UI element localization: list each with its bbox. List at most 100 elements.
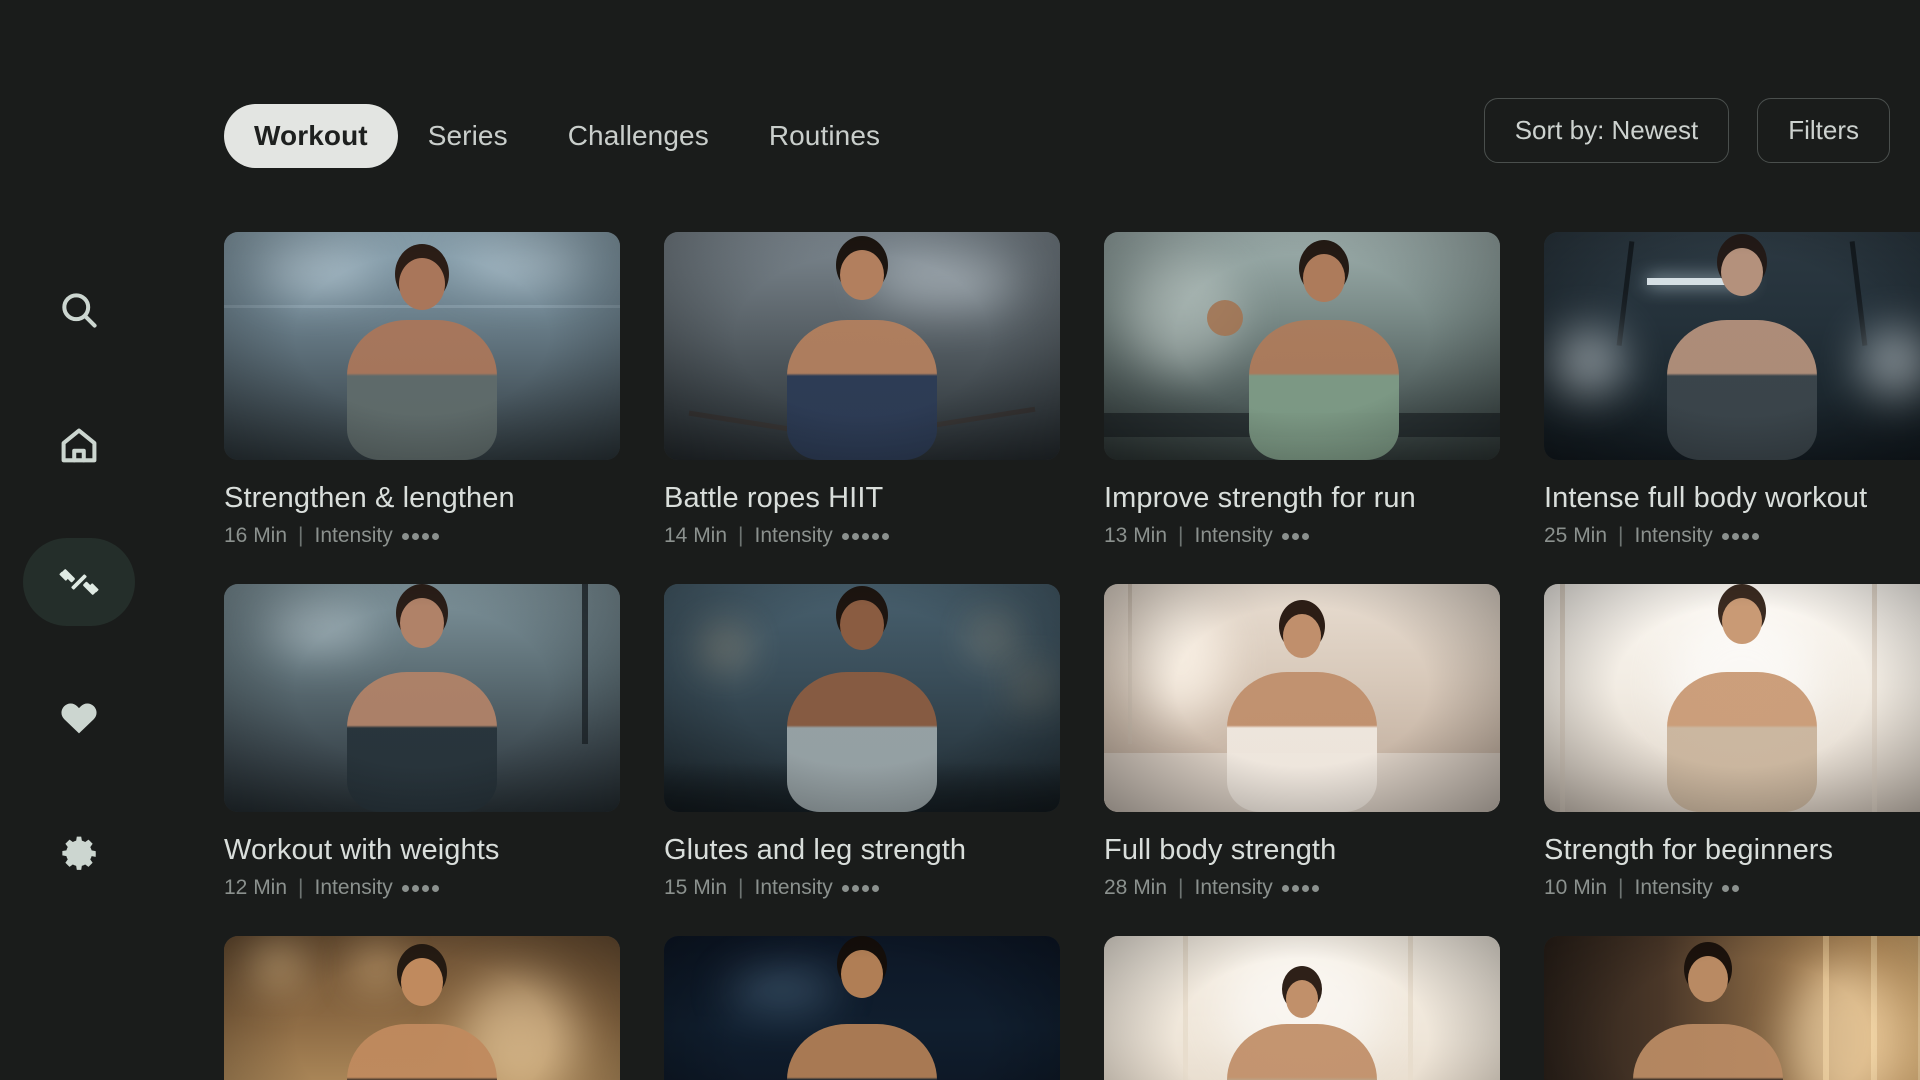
card-intensity-label: Intensity [1634, 876, 1713, 899]
card-meta-separator: | [298, 524, 304, 547]
card-meta: 16 Min | Intensity [224, 524, 620, 548]
card-meta-separator: | [1618, 876, 1624, 899]
card-image[interactable] [1104, 936, 1500, 1080]
card-intensity-dots [1281, 532, 1309, 540]
workout-card[interactable]: Improve strength for run 13 Min | Intensity [1104, 232, 1500, 548]
card-title: Battle ropes HIIT [664, 482, 884, 514]
sort-by-button[interactable]: Sort by: Newest [1483, 98, 1730, 163]
card-thumbnail-image [664, 232, 1060, 460]
card-intensity-dots [841, 884, 879, 892]
workout-card[interactable]: Glutes and leg strength 15 Min | Intensity [664, 584, 1060, 900]
card-intensity-label: Intensity [314, 524, 393, 547]
card-title: Workout with weights [224, 834, 500, 866]
card-duration: 12 Min [224, 876, 288, 899]
card-image[interactable] [664, 936, 1060, 1080]
card-meta-separator: | [738, 524, 744, 547]
card-intensity-label: Intensity [314, 876, 393, 899]
card-intensity-dots [1281, 884, 1319, 892]
card-duration: 28 Min [1104, 876, 1168, 899]
card-title: Full body strength [1104, 834, 1337, 866]
card-image[interactable] [1104, 232, 1500, 460]
workout-card-grid: Strengthen & lengthen 16 Min | Intensity Bat… [224, 232, 1920, 1080]
card-image[interactable] [664, 232, 1060, 460]
card-intensity-dots [841, 532, 889, 540]
card-image[interactable] [1544, 232, 1920, 460]
sidebar-item-home[interactable] [23, 402, 135, 490]
tab-challenges[interactable]: Challenges [538, 104, 739, 168]
card-thumbnail-image [664, 936, 1060, 1080]
content-header: Workout Series Challenges Routines Sort … [158, 0, 1920, 200]
workout-card[interactable] [664, 936, 1060, 1080]
card-image[interactable] [224, 936, 620, 1080]
card-meta-separator: | [298, 876, 304, 899]
card-thumbnail-image [1544, 936, 1920, 1080]
card-image[interactable] [224, 232, 620, 460]
card-duration: 13 Min [1104, 524, 1168, 547]
card-image[interactable] [664, 584, 1060, 812]
card-thumbnail-image [1104, 232, 1500, 460]
workout-card[interactable] [1544, 936, 1920, 1080]
card-thumbnail-image [1544, 584, 1920, 812]
card-image[interactable] [1104, 584, 1500, 812]
card-duration: 10 Min [1544, 876, 1608, 899]
tab-workout[interactable]: Workout [224, 104, 398, 168]
tab-series[interactable]: Series [398, 104, 538, 168]
sidebar-item-settings[interactable] [23, 810, 135, 898]
card-thumbnail-image [1544, 232, 1920, 460]
card-intensity-dots [401, 884, 439, 892]
card-meta-separator: | [1618, 524, 1624, 547]
card-intensity-label: Intensity [754, 524, 833, 547]
card-thumbnail-image [224, 584, 620, 812]
dumbbell-icon [58, 561, 100, 603]
card-image[interactable] [1544, 584, 1920, 812]
card-title: Strength for beginners [1544, 834, 1834, 866]
card-duration: 15 Min [664, 876, 728, 899]
card-duration: 16 Min [224, 524, 288, 547]
tab-routines[interactable]: Routines [739, 104, 910, 168]
card-meta: 10 Min | Intensity [1544, 876, 1920, 900]
card-image[interactable] [224, 584, 620, 812]
card-meta: 25 Min | Intensity [1544, 524, 1920, 548]
card-title: Glutes and leg strength [664, 834, 967, 866]
card-meta: 28 Min | Intensity [1104, 876, 1500, 900]
workout-card[interactable] [224, 936, 620, 1080]
card-duration: 14 Min [664, 524, 728, 547]
workout-card[interactable]: Battle ropes HIIT 14 Min | Intensity [664, 232, 1060, 548]
card-intensity-label: Intensity [1194, 876, 1273, 899]
card-meta-separator: | [1178, 876, 1184, 899]
card-image[interactable] [1544, 936, 1920, 1080]
workout-card[interactable]: Strengthen & lengthen 16 Min | Intensity [224, 232, 620, 548]
sidebar-nav [0, 0, 158, 1080]
card-title: Improve strength for run [1104, 482, 1416, 514]
filters-button[interactable]: Filters [1757, 98, 1890, 163]
sidebar-item-workouts[interactable] [23, 538, 135, 626]
category-tabs: Workout Series Challenges Routines [224, 104, 910, 168]
card-meta: 12 Min | Intensity [224, 876, 620, 900]
card-thumbnail-image [664, 584, 1060, 812]
workout-card[interactable]: Workout with weights 12 Min | Intensity [224, 584, 620, 900]
workout-card[interactable]: Intense full body workout 25 Min | Intensit… [1544, 232, 1920, 548]
card-title: Intense full body workout [1544, 482, 1868, 514]
workout-card[interactable]: Strength for beginners 10 Min | Intensity [1544, 584, 1920, 900]
card-intensity-dots [401, 532, 439, 540]
header-actions: Sort by: Newest Filters [1483, 98, 1890, 163]
heart-icon [57, 696, 101, 740]
search-icon [57, 288, 101, 332]
sidebar-item-favorites[interactable] [23, 674, 135, 762]
card-meta: 15 Min | Intensity [664, 876, 1060, 900]
sidebar-item-search[interactable] [23, 266, 135, 354]
card-intensity-dots [1721, 884, 1739, 892]
card-intensity-label: Intensity [754, 876, 833, 899]
card-thumbnail-image [1104, 584, 1500, 812]
workout-card[interactable]: Full body strength 28 Min | Intensity [1104, 584, 1500, 900]
card-duration: 25 Min [1544, 524, 1608, 547]
workout-card[interactable] [1104, 936, 1500, 1080]
home-icon [57, 424, 101, 468]
card-intensity-label: Intensity [1194, 524, 1273, 547]
gear-icon [57, 832, 101, 876]
card-intensity-dots [1721, 532, 1759, 540]
workout-library-screen: Workout Series Challenges Routines Sort … [0, 0, 1920, 1080]
card-meta: 13 Min | Intensity [1104, 524, 1500, 548]
card-meta-separator: | [1178, 524, 1184, 547]
card-thumbnail-image [1104, 936, 1500, 1080]
